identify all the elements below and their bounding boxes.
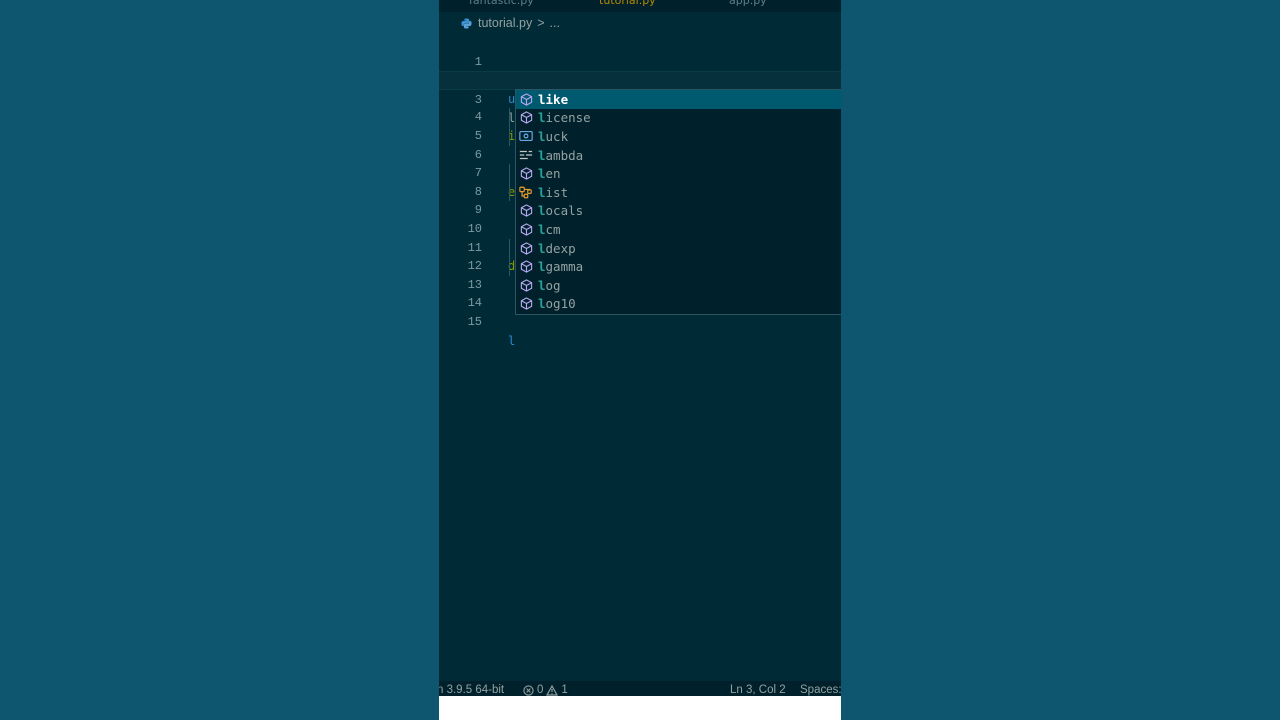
suggestion-match: l bbox=[538, 184, 546, 200]
suggestion-label: lcm bbox=[538, 222, 561, 237]
suggestion-match: l bbox=[538, 296, 546, 312]
chevron-right-icon: > bbox=[537, 16, 545, 30]
breadcrumb-more[interactable]: ... bbox=[550, 16, 560, 30]
right-background bbox=[841, 0, 1280, 720]
indent-guide bbox=[509, 182, 510, 202]
code-line: 2 users = random.randint(1, 200) bbox=[439, 53, 841, 106]
module-cube-icon bbox=[519, 297, 533, 311]
suggestion-rest: ocals bbox=[545, 203, 584, 219]
indent-guide bbox=[509, 238, 510, 258]
suggestion-rest: en bbox=[545, 166, 561, 182]
indent-guide bbox=[509, 126, 510, 146]
suggestion-label: locals bbox=[538, 203, 583, 218]
suggestion-rest: icense bbox=[545, 110, 591, 126]
suggestion-item[interactable]: len bbox=[516, 164, 841, 183]
suggestion-label: ldexp bbox=[538, 241, 576, 256]
variable-icon bbox=[519, 129, 533, 143]
suggestion-rest: uck bbox=[545, 128, 569, 144]
bottom-white-bar bbox=[439, 696, 841, 720]
breadcrumb: tutorial.py > ... bbox=[439, 12, 841, 34]
tab-tutorial[interactable]: tutorial.py bbox=[599, 0, 656, 8]
suggestion-label: log bbox=[538, 278, 561, 293]
class-icon bbox=[519, 185, 533, 199]
suggestion-item[interactable]: ldexp bbox=[516, 239, 841, 258]
error-icon bbox=[523, 684, 534, 696]
suggestion-rest: og bbox=[545, 277, 561, 293]
suggestion-rest: gamma bbox=[545, 259, 584, 275]
tab-app[interactable]: app.py bbox=[729, 0, 767, 8]
suggestion-label: lambda bbox=[538, 148, 583, 163]
suggestion-match: l bbox=[538, 91, 546, 107]
suggestion-match: l bbox=[538, 147, 546, 163]
keyword-icon bbox=[519, 148, 533, 162]
suggestion-label: len bbox=[538, 166, 561, 181]
screen: fantastic.py tutorial.py app.py tutorial… bbox=[0, 0, 1280, 720]
suggestion-rest: ist bbox=[545, 184, 569, 200]
suggestion-item[interactable]: list bbox=[516, 183, 841, 202]
code-line-current: 3 l bbox=[439, 71, 841, 125]
suggestion-item[interactable]: lgamma bbox=[516, 257, 841, 276]
suggestion-item[interactable]: lcm bbox=[516, 220, 841, 239]
suggestion-item[interactable]: locals bbox=[516, 202, 841, 221]
indent-guide bbox=[509, 108, 510, 127]
indent-guide bbox=[509, 257, 510, 276]
tab-fantastic[interactable]: fantastic.py bbox=[469, 0, 534, 8]
left-background bbox=[0, 0, 439, 720]
module-cube-icon bbox=[519, 111, 533, 125]
suggestion-item[interactable]: license bbox=[516, 109, 841, 128]
module-cube-icon bbox=[519, 260, 533, 274]
suggestion-item[interactable]: log bbox=[516, 276, 841, 295]
suggestion-item[interactable]: lambda bbox=[516, 146, 841, 165]
suggestion-label: luck bbox=[538, 129, 568, 144]
tab-bar: fantastic.py tutorial.py app.py bbox=[439, 0, 841, 12]
suggestion-label: log10 bbox=[538, 296, 576, 311]
suggestion-item[interactable]: like bbox=[516, 90, 841, 109]
suggestion-match: l bbox=[538, 259, 546, 275]
suggestion-rest: dexp bbox=[545, 240, 576, 256]
suggestion-label: lgamma bbox=[538, 259, 583, 274]
suggestion-rest: ike bbox=[545, 91, 569, 107]
module-cube-icon bbox=[519, 241, 533, 255]
module-cube-icon bbox=[519, 167, 533, 181]
module-cube-icon bbox=[519, 222, 533, 236]
suggestion-label: list bbox=[538, 185, 568, 200]
suggestion-rest: cm bbox=[545, 221, 561, 237]
suggestion-match: l bbox=[538, 166, 546, 182]
module-cube-icon bbox=[519, 92, 533, 106]
code-line: 1 import random bbox=[439, 34, 841, 88]
suggestion-match: l bbox=[538, 128, 546, 144]
indent-guide bbox=[509, 164, 510, 183]
suggestion-match: l bbox=[538, 277, 546, 293]
breadcrumb-file[interactable]: tutorial.py bbox=[478, 16, 532, 30]
suggestion-match: l bbox=[538, 221, 546, 237]
suggestion-rest: ambda bbox=[545, 147, 584, 163]
suggestion-label: like bbox=[538, 92, 568, 107]
suggestion-item[interactable]: luck bbox=[516, 127, 841, 146]
suggestion-match: l bbox=[538, 110, 546, 126]
autocomplete-suggestions[interactable]: like license luck lambda len list locals lcm lde… bbox=[515, 89, 841, 315]
line-text: l bbox=[508, 333, 516, 348]
suggestion-item[interactable]: log10 bbox=[516, 295, 841, 314]
suggestion-match: l bbox=[538, 240, 546, 256]
warning-icon bbox=[546, 684, 559, 696]
module-cube-icon bbox=[519, 278, 533, 292]
suggestion-rest: og10 bbox=[545, 296, 576, 312]
suggestion-label: license bbox=[538, 110, 591, 125]
python-file-icon bbox=[461, 17, 472, 29]
line-number: 15 bbox=[467, 314, 482, 329]
module-cube-icon bbox=[519, 204, 533, 218]
suggestion-match: l bbox=[538, 203, 546, 219]
